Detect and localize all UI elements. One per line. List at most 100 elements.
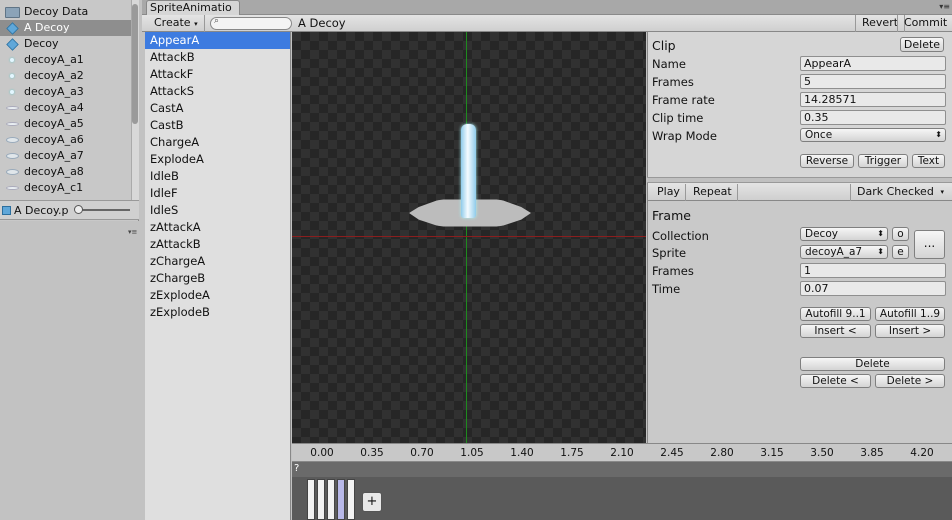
autofill-9-1-button[interactable]: Autofill 9..1 xyxy=(800,307,871,321)
project-item[interactable]: decoyA_a3 xyxy=(0,84,132,100)
clip-list-item[interactable]: zAttackB xyxy=(145,236,290,253)
create-dropdown[interactable]: Create ▾ xyxy=(148,15,205,32)
timeline-frame[interactable] xyxy=(327,479,335,520)
project-item[interactable]: decoyA_a7 xyxy=(0,148,132,164)
name-label: Name xyxy=(652,57,686,71)
insert-after-button[interactable]: Insert > xyxy=(875,324,945,338)
sprite-dot-icon xyxy=(4,86,20,98)
frame-frames-field[interactable]: 1 xyxy=(800,263,946,278)
text-button[interactable]: Text xyxy=(912,154,945,168)
clip-list-item[interactable]: zChargeA xyxy=(145,253,290,270)
project-item[interactable]: decoyA_a5 xyxy=(0,116,132,132)
commit-button[interactable]: Commit xyxy=(897,15,952,32)
project-item-label: decoyA_a6 xyxy=(24,133,84,146)
clip-list-item[interactable]: CastA xyxy=(145,100,290,117)
clip-list-item[interactable]: ChargeA xyxy=(145,134,290,151)
project-item[interactable]: decoyA_a2 xyxy=(0,68,132,84)
project-item[interactable]: Decoy Data xyxy=(0,4,132,20)
wrap-mode-value: Once xyxy=(805,129,833,141)
timeline-tick-label: 2.80 xyxy=(710,447,734,459)
sprite-beam-icon xyxy=(4,134,20,146)
time-field[interactable]: 0.07 xyxy=(800,281,946,296)
open-collection-button[interactable]: o xyxy=(892,227,909,241)
clip-time-field[interactable]: 0.35 xyxy=(800,110,946,125)
background-mode-value: Dark Checked xyxy=(857,185,934,198)
clip-list-item[interactable]: IdleF xyxy=(145,185,290,202)
repeat-button[interactable]: Repeat xyxy=(688,184,738,201)
project-item[interactable]: decoyA_a8 xyxy=(0,164,132,180)
sprite-dropdown[interactable]: decoyA_a7 ⬍ xyxy=(800,245,888,259)
timeline-frame[interactable] xyxy=(337,479,345,520)
autofill-1-9-button[interactable]: Autofill 1..9 xyxy=(875,307,945,321)
project-item[interactable]: decoyA_a6 xyxy=(0,132,132,148)
project-item-label: decoyA_a4 xyxy=(24,101,84,114)
timeline-ruler[interactable]: 0.00 0.35 0.70 1.05 1.40 1.75 2.10 2.45 2.80 3.15… xyxy=(292,443,952,462)
clip-list-item[interactable]: IdleB xyxy=(145,168,290,185)
sprite-picker-button[interactable]: ... xyxy=(914,230,945,259)
clip-list-item[interactable]: AppearA xyxy=(145,32,290,49)
background-mode-dropdown[interactable]: Dark Checked ▾ xyxy=(850,184,950,201)
reverse-button[interactable]: Reverse xyxy=(800,154,854,168)
play-button[interactable]: Play xyxy=(652,184,686,201)
insert-before-button[interactable]: Insert < xyxy=(800,324,871,338)
icon-size-slider-knob[interactable] xyxy=(74,205,83,214)
delete-after-button[interactable]: Delete > xyxy=(875,374,945,388)
timeline-frame[interactable] xyxy=(307,479,315,520)
project-item[interactable]: decoyA_a4 xyxy=(0,100,132,116)
project-item[interactable]: decoyA_c1 xyxy=(0,180,132,196)
project-scrollbar-thumb[interactable] xyxy=(132,4,138,124)
tab-sprite-animation[interactable]: SpriteAnimatio xyxy=(146,0,240,15)
panel-menu-icon[interactable]: ▾≡ xyxy=(128,228,137,236)
sprite-dot-icon xyxy=(4,54,20,66)
timeline-frame[interactable] xyxy=(347,479,355,520)
sprite-ellipse-icon xyxy=(4,102,20,114)
frames-field[interactable]: 5 xyxy=(800,74,946,89)
clip-list-item[interactable]: zAttackA xyxy=(145,219,290,236)
dropdown-arrows-icon: ⬍ xyxy=(877,247,884,256)
timeline-tick-label: 3.85 xyxy=(860,447,884,459)
timeline-tick-label: 1.75 xyxy=(560,447,584,459)
sprite-value: decoyA_a7 xyxy=(805,246,863,258)
clip-list-item[interactable]: IdleS xyxy=(145,202,290,219)
clip-list-item[interactable]: AttackB xyxy=(145,49,290,66)
folder-icon xyxy=(4,6,20,18)
clip-list-item[interactable]: zChargeB xyxy=(145,270,290,287)
delete-before-button[interactable]: Delete < xyxy=(800,374,871,388)
project-item[interactable]: decoyA_a1 xyxy=(0,52,132,68)
timeline-frame[interactable] xyxy=(317,479,325,520)
add-frame-button[interactable]: + xyxy=(362,492,382,512)
project-item[interactable]: A Decoy xyxy=(0,20,132,36)
sprite-preview-viewport[interactable] xyxy=(292,32,646,443)
window-menu-icon[interactable]: ▾≡ xyxy=(932,2,950,13)
clip-list-item[interactable]: CastB xyxy=(145,117,290,134)
x-axis-line xyxy=(292,236,646,237)
collection-dropdown[interactable]: Decoy ⬍ xyxy=(800,227,888,241)
trigger-button[interactable]: Trigger xyxy=(858,154,908,168)
frame-strip-header xyxy=(292,462,952,477)
project-item[interactable]: Decoy xyxy=(0,36,132,52)
delete-frame-button[interactable]: Delete xyxy=(800,357,945,371)
prefab-cube-icon xyxy=(2,205,11,215)
clip-list-item[interactable]: ExplodeA xyxy=(145,151,290,168)
clip-list-item[interactable]: zExplodeA xyxy=(145,287,290,304)
search-input[interactable] xyxy=(210,17,292,30)
edit-sprite-button[interactable]: e xyxy=(892,245,909,259)
sprite-label: Sprite xyxy=(652,246,687,260)
prefab-cube-icon xyxy=(4,37,20,51)
delete-clip-button[interactable]: Delete xyxy=(900,37,944,52)
sprite-ellipse-icon xyxy=(4,182,20,194)
project-list: Decoy Data A Decoy Decoy decoyA_a1 decoyA_a2… xyxy=(0,4,132,200)
icon-size-slider-track[interactable] xyxy=(78,209,130,211)
clip-list-item[interactable]: AttackF xyxy=(145,66,290,83)
clip-list-item[interactable]: AttackS xyxy=(145,83,290,100)
dropdown-arrows-icon: ⬍ xyxy=(877,229,884,238)
name-field[interactable]: AppearA xyxy=(800,56,946,71)
timeline-tick-label: 1.40 xyxy=(510,447,534,459)
frame-rate-field[interactable]: 14.28571 xyxy=(800,92,946,107)
wrap-mode-dropdown[interactable]: Once ⬍ xyxy=(800,128,946,142)
window-tab-bar xyxy=(142,0,952,15)
timeline-tick-label: 1.05 xyxy=(460,447,484,459)
clip-list-item[interactable]: zExplodeB xyxy=(145,304,290,321)
project-item-label: Decoy xyxy=(24,37,59,50)
project-item-label: decoyA_a7 xyxy=(24,149,84,162)
